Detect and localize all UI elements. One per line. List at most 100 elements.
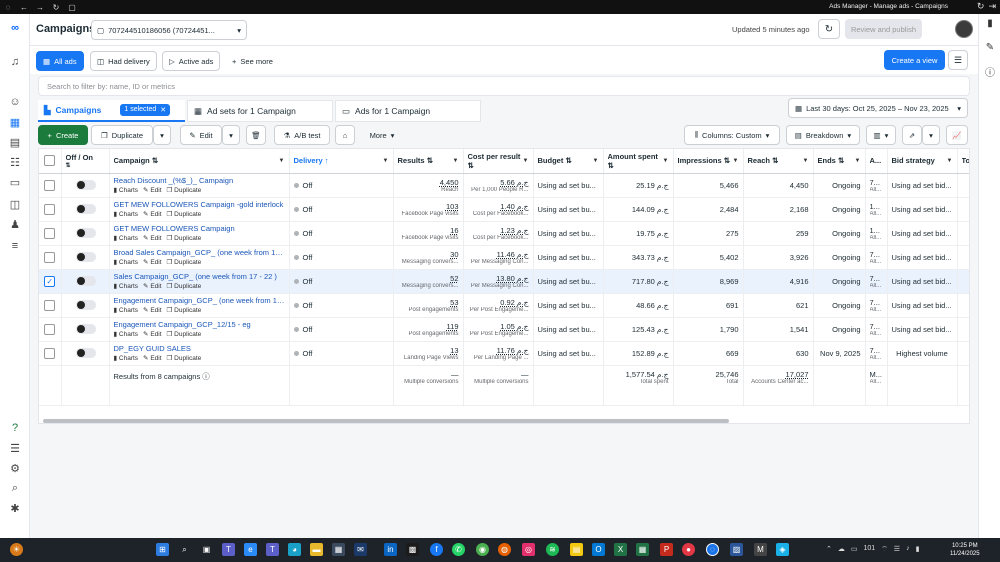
edit-action[interactable]: ✎ Edit [143,258,161,266]
spotify-icon[interactable]: ≋ [546,543,559,556]
battery-icon[interactable]: ▮ [916,545,920,554]
col-delivery[interactable]: Delivery ↑ ▼ [289,149,394,174]
duplicate-action[interactable]: ❐ Duplicate [167,234,202,242]
charts-action[interactable]: ▮ Charts [114,210,139,218]
col-total[interactable]: Tota mes [957,149,969,174]
sheets-icon[interactable]: ▦ [636,543,649,556]
row-select-cell[interactable] [39,317,62,342]
wifi-icon[interactable]: ☰ [894,545,900,554]
date-range-picker[interactable]: ▦ Last 30 days: Oct 25, 2025 – Nov 23, 2… [788,98,968,118]
row-toggle-cell[interactable] [61,317,110,342]
export-dropdown[interactable]: ▾ [922,125,940,145]
weather-icon[interactable]: ☀ [10,543,23,556]
notepad-icon[interactable]: M [754,543,767,556]
campaign-name-cell[interactable]: Reach Discount _(%$_)_ Campaign ▮ Charts… [109,173,290,198]
firefox-icon[interactable]: ◍ [498,543,511,556]
row-checkbox[interactable]: ✓ [44,275,56,287]
browser-active-icon[interactable]: ◌ [706,543,719,556]
tab-ad-sets[interactable]: ▦ Ad sets for 1 Campaign [187,100,333,122]
bug-report-icon[interactable]: ✱ [7,500,23,516]
table-row[interactable]: ✓ Sales Campaign_GCP_ (one week from 17 … [39,269,969,294]
col-offon[interactable]: Off / On ⇅ [61,149,110,174]
meta-logo-icon[interactable]: ∞ [7,20,23,36]
col-bid-strategy[interactable]: Bid strategy ▼ [887,149,958,174]
campaign-name-link[interactable]: Reach Discount _(%$_)_ Campaign [114,176,285,185]
search-icon[interactable]: ⌕ [7,480,23,496]
col-ends[interactable]: Ends ⇅ ▼ [813,149,866,174]
network-icon[interactable]: ⌔ [881,545,888,554]
teams-work-icon[interactable]: T [266,543,279,556]
col-budget[interactable]: Budget ⇅ ▼ [533,149,604,174]
search-input[interactable]: Search to filter by: name, ID or metrics [38,76,970,96]
campaign-name-cell[interactable]: DP_EGY GUID SALES ▮ Charts ✎ Edit ❐ Dupl… [109,341,290,366]
breakdown-button[interactable]: ▤ Breakdown ▾ [786,125,860,145]
see-more-button[interactable]: + See more [226,51,279,71]
row-checkbox[interactable] [44,203,56,215]
campaigns-icon[interactable]: ▦ [7,114,23,130]
teams-icon[interactable]: T [222,543,235,556]
col-amount-spent[interactable]: Amount spent ⇅ ▼ [603,149,674,174]
file-explorer-icon[interactable]: ▬ [310,543,323,556]
duplicate-button[interactable]: ❐ Duplicate [91,125,153,145]
edit-action[interactable]: ✎ Edit [143,330,161,338]
view-settings-button[interactable]: ☰ [948,50,968,70]
row-checkbox[interactable] [44,347,56,359]
campaign-toggle[interactable] [75,228,96,238]
row-select-cell[interactable] [39,221,62,246]
excel-icon[interactable]: X [614,543,627,556]
columns-button[interactable]: ⫼ Columns: Custom ▾ [684,125,780,145]
select-all-checkbox[interactable] [44,155,56,167]
col-attribution[interactable]: A... [865,149,888,174]
ab-test-button[interactable]: ⚗ A/B test [274,125,330,145]
cloud-icon[interactable]: ☁ [838,545,845,554]
table-row[interactable]: Broad Sales Campaign_GCP_ (one week from… [39,245,969,270]
create-button[interactable]: + Create [38,125,88,145]
campaign-name-cell[interactable]: GET MEW FOLLOWERS Campaign -gold interlo… [109,197,290,222]
close-icon[interactable]: ✕ [160,106,166,114]
campaign-name-link[interactable]: DP_EGY GUID SALES [114,344,285,353]
col-campaign[interactable]: Campaign ⇅ ▼ [109,149,290,174]
row-select-cell[interactable] [39,245,62,270]
row-select-cell[interactable] [39,173,62,198]
campaign-toggle[interactable] [75,348,96,358]
row-toggle-cell[interactable] [61,197,110,222]
row-select-cell[interactable] [39,341,62,366]
billing-icon[interactable]: ▭ [7,174,23,190]
edge-icon[interactable]: e [244,543,257,556]
campaign-name-link[interactable]: Engagement Campaign_GCP_ (one week from … [114,296,285,305]
info-pane-icon[interactable]: ⓘ [983,64,997,79]
tab-campaigns[interactable]: ▙ Campaigns 1 selected ✕ [38,100,185,122]
all-ads-filter[interactable]: ▦ All ads [36,51,84,71]
campaign-toggle[interactable] [75,324,96,334]
row-checkbox[interactable] [44,227,56,239]
more-button[interactable]: More ▾ [360,125,404,145]
charts-toggle-button[interactable]: 📈 [946,125,968,145]
photos-icon[interactable]: ▨ [730,543,743,556]
campaign-name-cell[interactable]: GET MEW FOLLOWERS Campaign ▮ Charts ✎ Ed… [109,221,290,246]
duplicate-action[interactable]: ❐ Duplicate [167,354,202,362]
reload-icon[interactable]: ↻ [48,3,64,12]
active-ads-filter[interactable]: ▷ Active ads [162,51,221,71]
row-checkbox[interactable] [44,179,56,191]
search-icon[interactable]: ⌕ [178,543,191,556]
row-toggle-cell[interactable] [61,173,110,198]
row-toggle-cell[interactable] [61,341,110,366]
campaign-name-link[interactable]: GET MEW FOLLOWERS Campaign -gold interlo… [114,200,285,209]
account-overview-icon[interactable]: ☺ [7,94,23,110]
duplicate-action[interactable]: ❐ Duplicate [167,306,202,314]
create-view-button[interactable]: Create a view [884,50,945,70]
campaign-name-cell[interactable]: Broad Sales Campaign_GCP_ (one week from… [109,245,290,270]
linkedin-icon[interactable]: in [384,543,397,556]
back-icon[interactable]: ← [16,3,32,12]
task-view-icon[interactable]: ▣ [200,543,213,556]
avatar[interactable] [955,20,973,38]
campaign-name-link[interactable]: GET MEW FOLLOWERS Campaign [114,224,285,233]
snipping-icon[interactable]: ◈ [776,543,789,556]
duplicate-action[interactable]: ❐ Duplicate [167,258,202,266]
all-tools-icon[interactable]: ≡ [7,238,23,254]
volume-icon[interactable]: ♪ [906,545,910,554]
campaign-toggle[interactable] [75,204,96,214]
col-cost-per-result[interactable]: Cost per result ⇅ ▼ [463,149,534,174]
charts-action[interactable]: ▮ Charts [114,354,139,362]
ad-account-settings-icon[interactable]: ☷ [7,154,23,170]
